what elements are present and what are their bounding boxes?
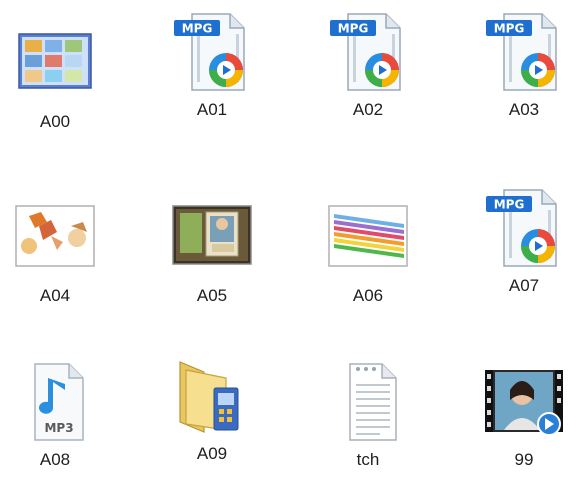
file-label: A02 [352,100,384,119]
svg-text:MPG: MPG [494,22,525,36]
image-thumbnail-icon [170,196,254,280]
file-item-a00[interactable]: A00 [0,22,115,152]
mp3-audio-file-icon: MP3 [13,360,97,444]
folder-icon [170,354,254,438]
mpg-video-file-icon: MPG [170,10,254,94]
file-item-a03[interactable]: MPG A03 [464,10,577,140]
text-document-icon [326,360,410,444]
file-label: A00 [39,112,71,131]
file-label: A04 [39,286,71,305]
file-item-a07[interactable]: MPG A07 [464,186,577,316]
svg-text:MPG: MPG [494,198,525,212]
file-item-a08[interactable]: MP3 A08 [0,360,115,490]
file-label: A09 [196,444,228,463]
file-label: A06 [352,286,384,305]
file-label: 99 [514,450,534,469]
file-label: A03 [508,100,540,119]
file-item-a02[interactable]: MPG A02 [308,10,428,140]
file-item-99[interactable]: 99 [464,360,577,490]
file-label: A08 [39,450,71,469]
mpg-video-file-icon: MPG [482,186,566,270]
file-icon-grid: A00 MPG A01 MPG A02 MPG A03 A04 A05 A06 … [0,0,577,473]
file-item-a04[interactable]: A04 [0,196,115,326]
file-label: A07 [508,276,540,295]
image-thumbnail-icon [13,196,97,280]
image-thumbnail-icon [326,196,410,280]
file-item-a06[interactable]: A06 [308,196,428,326]
file-item-a09[interactable]: A09 [152,354,272,484]
image-gallery-thumbnail-icon [13,22,97,106]
mpg-video-file-icon: MPG [326,10,410,94]
file-label: A05 [196,286,228,305]
mpg-video-file-icon: MPG [482,10,566,94]
svg-text:MPG: MPG [338,22,369,36]
file-label: A01 [196,100,228,119]
file-label: tch [356,450,380,469]
file-item-a01[interactable]: MPG A01 [152,10,272,140]
file-item-a05[interactable]: A05 [152,196,272,326]
file-item-tch[interactable]: tch [308,360,428,490]
video-thumbnail-icon [482,360,566,444]
svg-text:MP3: MP3 [44,421,73,435]
svg-text:MPG: MPG [182,22,213,36]
